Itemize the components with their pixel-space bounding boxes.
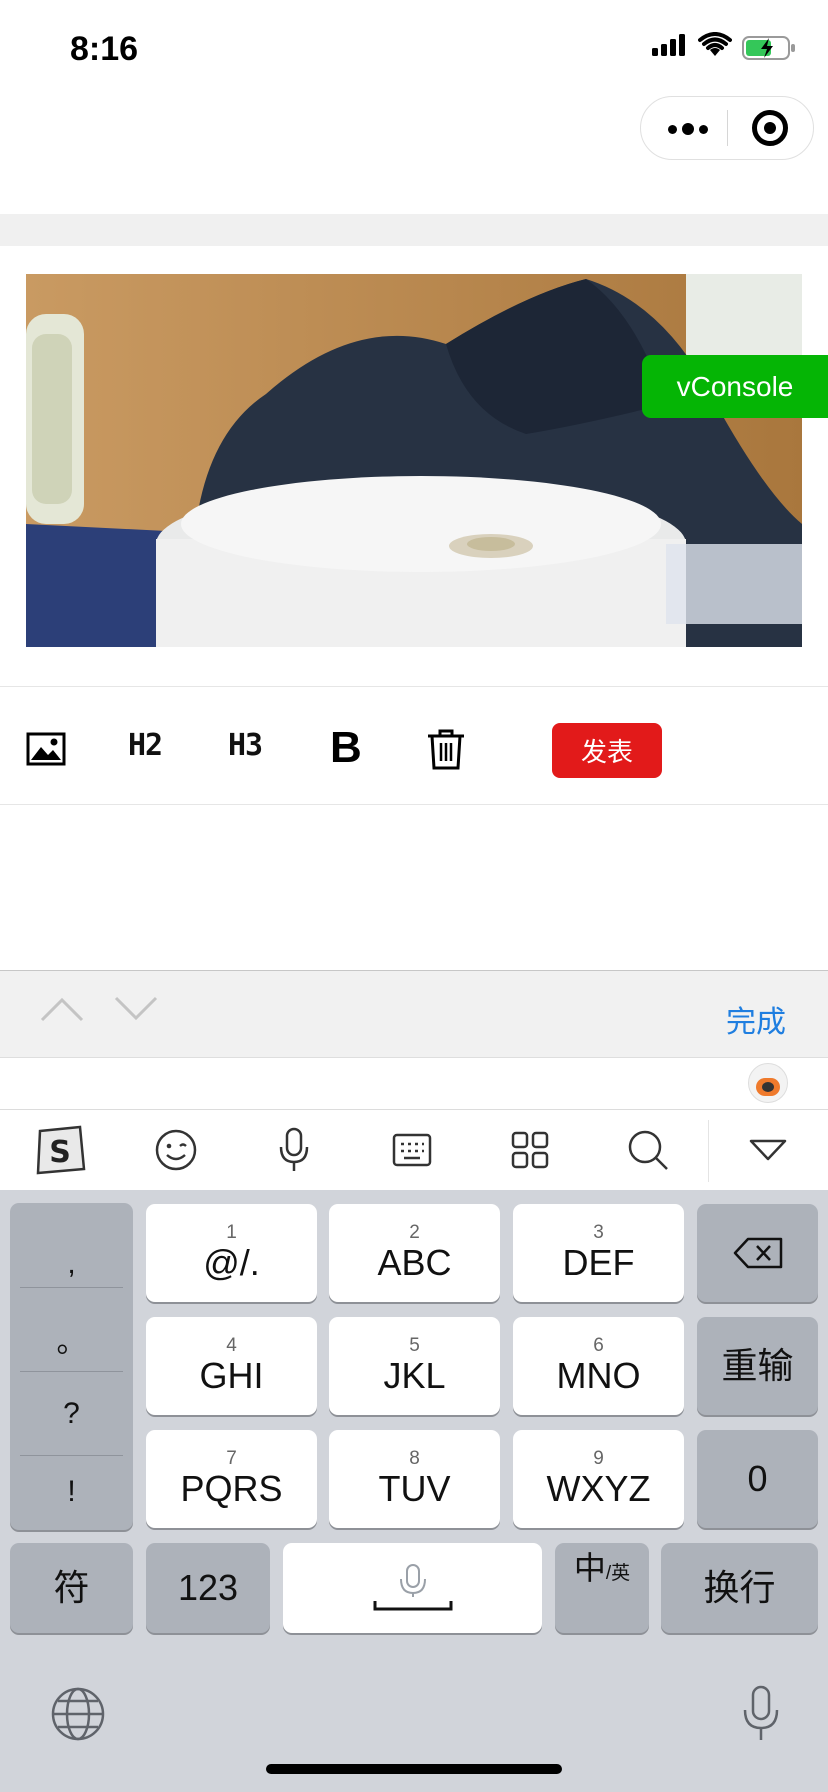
- lang-sub-label: /英: [605, 1563, 631, 1584]
- key-8[interactable]: 8 TUV: [329, 1430, 500, 1528]
- key-letters: WXYZ: [546, 1468, 651, 1509]
- punct-comma-key[interactable]: ,: [10, 1247, 133, 1281]
- publish-button[interactable]: 发表: [552, 723, 662, 778]
- more-options-icon[interactable]: [665, 109, 711, 149]
- zero-key[interactable]: 0: [697, 1430, 818, 1528]
- heading2-button[interactable]: H2: [128, 728, 163, 763]
- symbols-label: 符: [53, 1567, 90, 1608]
- punct-separator: [20, 1287, 123, 1288]
- lang-main-label: 中: [573, 1550, 606, 1586]
- photo-image: [26, 274, 802, 647]
- chevron-up-icon[interactable]: [40, 995, 84, 1023]
- key-digit: 7: [226, 1448, 237, 1469]
- done-button[interactable]: 完成: [726, 997, 786, 1041]
- punct-period-key[interactable]: 。: [10, 1317, 133, 1361]
- close-miniprogram-icon[interactable]: [752, 110, 788, 146]
- space-mic-icon: [373, 1564, 452, 1611]
- toolbar-bottom-divider: [0, 804, 828, 805]
- ime-mascot-icon[interactable]: [748, 1063, 788, 1103]
- status-time: 8:16: [70, 30, 139, 68]
- chevron-down-icon[interactable]: [114, 995, 158, 1023]
- section-divider-band: [0, 214, 828, 246]
- screen: 8:16 vConsole H2 H3 B 发表 完成 S , 。 ? ! 1 …: [0, 0, 828, 1792]
- key-digit: 4: [226, 1335, 237, 1356]
- key-7[interactable]: 7 PQRS: [146, 1430, 317, 1528]
- key-digit: 6: [593, 1335, 604, 1356]
- key-digit: 9: [593, 1448, 604, 1469]
- return-label: 换行: [703, 1567, 776, 1608]
- trash-icon[interactable]: [426, 728, 466, 770]
- key-letters: ABC: [377, 1242, 452, 1283]
- hide-keyboard-icon[interactable]: [740, 1122, 796, 1178]
- key-digit: 2: [409, 1222, 420, 1243]
- key-digit: 5: [409, 1335, 420, 1356]
- language-toggle-key[interactable]: 中 /英: [555, 1543, 649, 1633]
- cellular-signal-icon: [652, 34, 685, 56]
- punct-question-key[interactable]: ?: [10, 1397, 133, 1431]
- key-1[interactable]: 1 @/.: [146, 1204, 317, 1302]
- key-letters: TUV: [378, 1468, 451, 1509]
- apps-grid-icon[interactable]: [502, 1122, 558, 1178]
- key-3[interactable]: 3 DEF: [513, 1204, 684, 1302]
- numbers-label: 123: [177, 1567, 239, 1608]
- key-digit: 3: [593, 1222, 604, 1243]
- svg-text:S: S: [49, 1135, 71, 1170]
- return-key[interactable]: 换行: [661, 1543, 818, 1633]
- zero-label: 0: [747, 1458, 768, 1499]
- key-letters: PQRS: [180, 1468, 283, 1509]
- ime-toolbar-separator: [708, 1120, 709, 1182]
- vconsole-button[interactable]: vConsole: [642, 355, 828, 418]
- symbols-key[interactable]: 符: [10, 1543, 133, 1633]
- toolbar-top-divider: [0, 686, 828, 687]
- retype-label: 重输: [721, 1345, 794, 1386]
- microphone-icon[interactable]: [266, 1122, 322, 1178]
- backspace-key[interactable]: [697, 1204, 818, 1302]
- key-digit: 8: [409, 1448, 420, 1469]
- keyboard-icon[interactable]: [384, 1122, 440, 1178]
- capsule-divider: [727, 110, 728, 146]
- retype-key[interactable]: 重输: [697, 1317, 818, 1415]
- key-letters: JKL: [383, 1355, 446, 1396]
- home-indicator: [266, 1764, 562, 1774]
- key-letters: GHI: [199, 1355, 264, 1396]
- key-5[interactable]: 5 JKL: [329, 1317, 500, 1415]
- wifi-icon: [698, 32, 732, 56]
- key-4[interactable]: 4 GHI: [146, 1317, 317, 1415]
- space-key[interactable]: [283, 1543, 542, 1633]
- bold-button[interactable]: B: [330, 723, 362, 773]
- image-icon[interactable]: [26, 732, 66, 766]
- numbers-key[interactable]: 123: [146, 1543, 270, 1633]
- inserted-photo[interactable]: [26, 274, 802, 647]
- key-letters: @/.: [203, 1242, 260, 1283]
- heading3-button[interactable]: H3: [228, 728, 263, 763]
- emoji-icon[interactable]: [148, 1122, 204, 1178]
- battery-charging-icon: [742, 36, 795, 60]
- punct-separator: [20, 1455, 123, 1456]
- sogou-logo-icon[interactable]: S: [32, 1122, 88, 1178]
- punct-exclaim-key[interactable]: !: [10, 1475, 133, 1509]
- dictation-mic-icon[interactable]: [740, 1684, 782, 1744]
- search-icon[interactable]: [620, 1122, 676, 1178]
- candidate-bar: [0, 1058, 828, 1110]
- key-2[interactable]: 2 ABC: [329, 1204, 500, 1302]
- key-letters: MNO: [556, 1355, 641, 1396]
- punct-separator: [20, 1371, 123, 1372]
- backspace-icon: [733, 1237, 782, 1269]
- key-letters: DEF: [562, 1242, 635, 1283]
- globe-icon[interactable]: [50, 1686, 106, 1742]
- key-9[interactable]: 9 WXYZ: [513, 1430, 684, 1528]
- key-digit: 1: [226, 1222, 237, 1243]
- punctuation-column: , 。 ? !: [10, 1203, 133, 1530]
- key-6[interactable]: 6 MNO: [513, 1317, 684, 1415]
